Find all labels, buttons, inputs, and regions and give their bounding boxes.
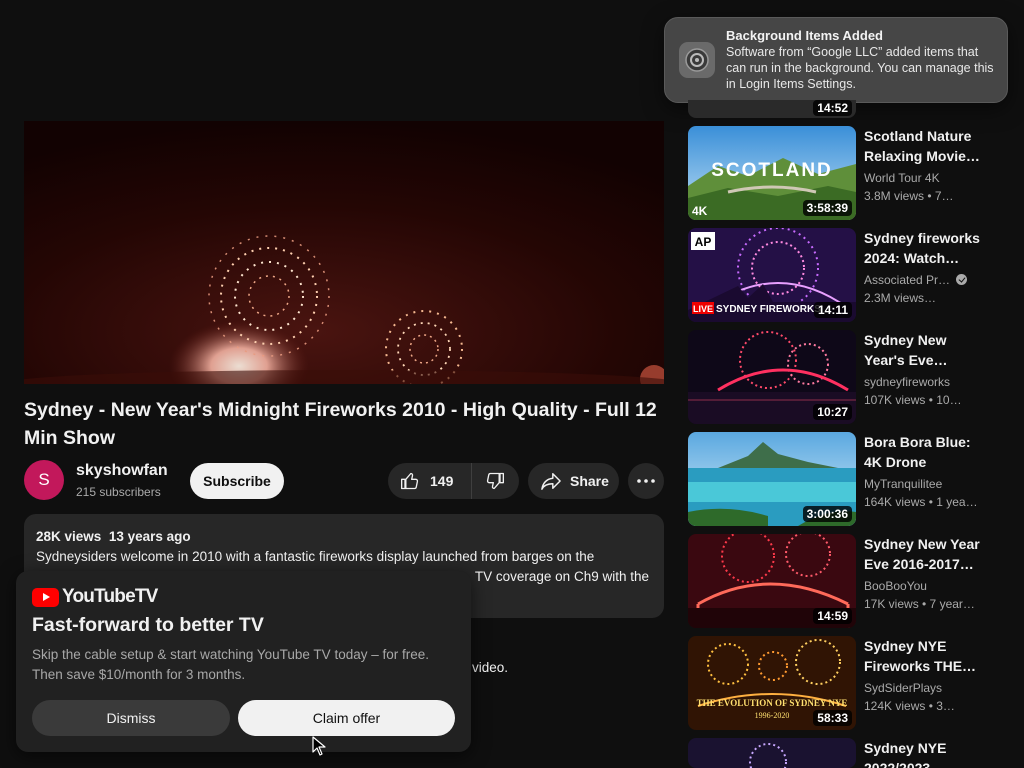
sidebar-video-item[interactable]: AP LIVE SYDNEY FIREWORKS 14:11 Sydney fi… xyxy=(688,228,1008,324)
claim-offer-button[interactable]: Claim offer xyxy=(238,700,455,736)
sidebar-channel: Associated Pr… xyxy=(864,273,968,287)
youtube-tv-logo: YouTubeTV xyxy=(32,586,158,608)
live-label: LIVE xyxy=(693,304,713,314)
duration-badge: 14:52 xyxy=(813,100,852,116)
video-thumbnail[interactable]: SCOTLAND 4K 3:58:39 xyxy=(688,126,856,220)
subscribe-button[interactable]: Subscribe xyxy=(190,463,284,499)
youtube-play-icon xyxy=(32,587,59,607)
sidebar-meta: 107K views • 10… xyxy=(864,393,962,407)
description-line-1: Sydneysiders welcome in 2010 with a fant… xyxy=(36,549,595,564)
duration-badge: 58:33 xyxy=(813,710,852,726)
sidebar-meta: 124K views • 3… xyxy=(864,699,955,713)
sidebar-video-item[interactable]: 10:27 Sydney New Year's Eve… sydneyfirew… xyxy=(688,330,1008,426)
thumb-badge: AP xyxy=(695,235,712,249)
video-thumbnail[interactable] xyxy=(688,738,856,768)
sidebar-video-title[interactable]: Bora Bora Blue: 4K Drone Foota… xyxy=(864,432,982,472)
thumb-badge: 4K xyxy=(692,204,708,218)
sidebar-video-item[interactable]: Sydney NYE 2022/2023… xyxy=(688,738,1008,768)
thumbs-up-icon xyxy=(401,472,419,490)
duration-badge: 10:27 xyxy=(813,404,852,420)
dismiss-button[interactable]: Dismiss xyxy=(32,700,230,736)
channel-name-text: Associated Pr… xyxy=(864,273,951,287)
like-count: 149 xyxy=(430,473,454,489)
sidebar-video-title[interactable]: Sydney New Year's Eve… xyxy=(864,330,982,370)
sidebar-video-item[interactable]: SCOTLAND 4K 3:58:39 Scotland Nature Rela… xyxy=(688,126,1008,222)
thumb-subtext: 1996-2020 xyxy=(755,711,790,720)
view-stats: 28K views 13 years ago xyxy=(36,529,191,544)
sidebar-video-item[interactable]: THE EVOLUTION OF SYDNEY NYE 1996-2020 58… xyxy=(688,636,1008,732)
video-frame-fireworks xyxy=(24,121,664,384)
mouse-cursor-icon xyxy=(312,736,326,756)
sidebar-meta: 3.8M views • 7… xyxy=(864,189,954,203)
channel-avatar[interactable]: S xyxy=(24,460,64,500)
notification-body: Software from “Google LLC” added items t… xyxy=(726,45,994,91)
notification-title: Background Items Added xyxy=(726,28,883,43)
channel-name[interactable]: skyshowfan xyxy=(76,462,168,480)
thumb-text: SCOTLAND xyxy=(711,160,833,181)
duration-badge: 3:58:39 xyxy=(802,200,852,216)
duration-badge: 14:11 xyxy=(813,302,852,318)
more-horizontal-icon xyxy=(637,479,655,483)
like-button[interactable]: 149 xyxy=(388,463,472,499)
dislike-button[interactable] xyxy=(472,463,518,499)
share-button[interactable]: Share xyxy=(528,463,619,499)
sidebar-meta: 2.3M views… xyxy=(864,291,937,305)
sidebar-channel: SydSiderPlays xyxy=(864,681,943,695)
sidebar-meta: 164K views • 1 yea… xyxy=(864,495,978,509)
view-count: 28K views xyxy=(36,529,102,544)
sidebar-video-title[interactable]: Sydney New Year Eve 2016-2017… xyxy=(864,534,982,574)
fireworks-thumbnail-partial xyxy=(688,738,856,768)
sidebar-channel: BooBooYou xyxy=(864,579,927,593)
upload-age: 13 years ago xyxy=(108,529,191,544)
video-thumbnail[interactable]: 3:00:36 xyxy=(688,432,856,526)
duration-badge: 3:00:36 xyxy=(802,506,852,522)
like-dislike-group: 149 xyxy=(388,463,519,499)
thumbs-down-icon xyxy=(486,472,504,490)
sidebar-channel: sydneyfireworks xyxy=(864,375,951,389)
thumb-text: SYDNEY FIREWORKS xyxy=(716,304,821,315)
share-label: Share xyxy=(570,473,609,489)
sidebar-meta: 17K views • 7 year… xyxy=(864,597,975,611)
thumb-text: THE EVOLUTION OF SYDNEY NYE xyxy=(697,698,848,708)
video-title: Sydney - New Year's Midnight Fireworks 2… xyxy=(24,399,657,449)
video-thumbnail[interactable]: 10:27 xyxy=(688,330,856,424)
more-actions-button[interactable] xyxy=(628,463,664,499)
promo-body: Skip the cable setup & start watching Yo… xyxy=(32,647,429,682)
sidebar-video-title[interactable]: Sydney fireworks 2024: Watch… xyxy=(864,228,982,268)
video-thumbnail[interactable]: THE EVOLUTION OF SYDNEY NYE 1996-2020 58… xyxy=(688,636,856,730)
verified-check-icon xyxy=(956,274,968,285)
duration-badge: 14:59 xyxy=(813,608,852,624)
sidebar-channel: World Tour 4K xyxy=(864,171,940,185)
subscriber-count: 215 subscribers xyxy=(76,485,161,499)
background-items-notification[interactable]: Background Items Added Software from “Go… xyxy=(664,17,1008,103)
video-player[interactable] xyxy=(24,121,664,384)
promo-heading: Fast-forward to better TV xyxy=(32,614,264,636)
youtube-tv-promo: YouTubeTV Fast-forward to better TV Skip… xyxy=(16,571,471,752)
logo-text: YouTubeTV xyxy=(62,586,158,607)
sidebar-video-item[interactable]: 3:00:36 Bora Bora Blue: 4K Drone Foota… … xyxy=(688,432,1008,528)
sidebar-thumbnail-partial[interactable]: 14:52 xyxy=(688,100,856,118)
video-thumbnail[interactable]: AP LIVE SYDNEY FIREWORKS 14:11 xyxy=(688,228,856,322)
sidebar-video-title[interactable]: Sydney NYE Fireworks THE… xyxy=(864,636,982,676)
sidebar-video-title[interactable]: Sydney NYE 2022/2023… xyxy=(864,738,982,768)
share-arrow-icon xyxy=(541,473,561,490)
settings-gear-icon xyxy=(679,42,715,78)
sidebar-channel: MyTranquilitee xyxy=(864,477,943,491)
description-line-2: TV coverage on Ch9 with the xyxy=(474,569,649,584)
video-thumbnail[interactable]: 14:59 xyxy=(688,534,856,628)
sidebar-video-item[interactable]: 14:59 Sydney New Year Eve 2016-2017… Boo… xyxy=(688,534,1008,630)
sidebar-video-title[interactable]: Scotland Nature Relaxing Movie… xyxy=(864,126,982,166)
below-description-text: video. xyxy=(472,660,509,675)
